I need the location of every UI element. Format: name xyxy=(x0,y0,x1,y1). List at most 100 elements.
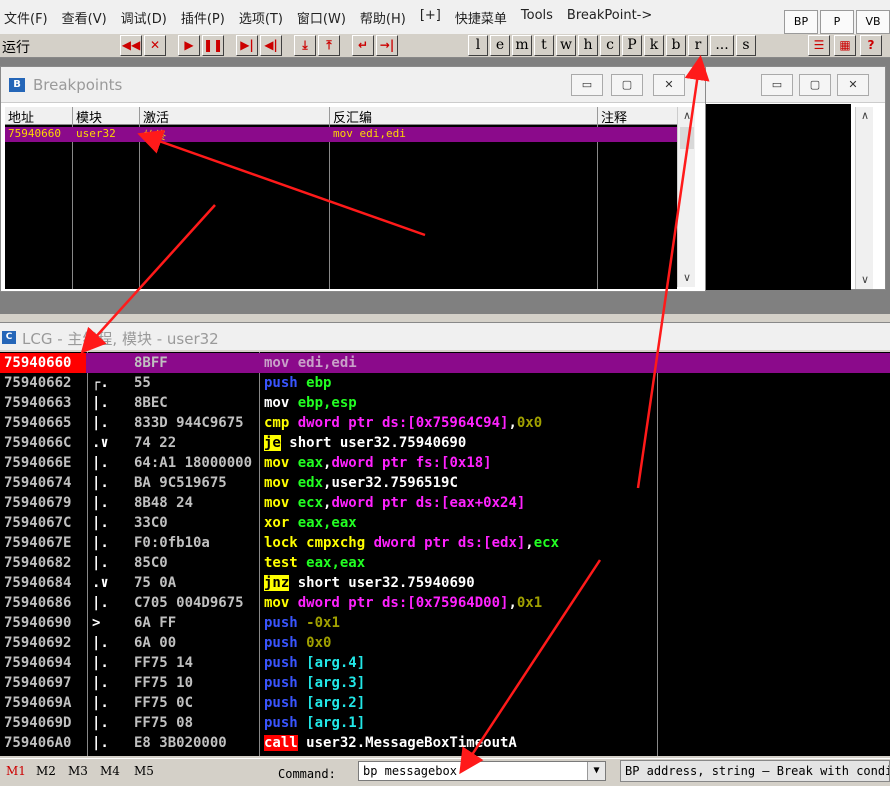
disasm-row[interactable]: 75940674 |. BA 9C519675 mov edx,user32.7596… xyxy=(0,473,890,493)
menu-item-10[interactable]: BreakPoint-> xyxy=(567,8,652,23)
window-button-7[interactable]: P xyxy=(622,35,642,56)
window-button-12[interactable]: s xyxy=(736,35,756,56)
window-button-8[interactable]: k xyxy=(644,35,664,56)
minimize-button[interactable]: ▭ xyxy=(761,74,793,96)
window-button-3[interactable]: t xyxy=(534,35,554,56)
command-input[interactable]: bp messagebox ▼ xyxy=(358,761,606,781)
disasm-row[interactable]: 7594067C |. 33C0 xor eax,eax xyxy=(0,513,890,533)
background-window-titlebar[interactable]: ▭ ▢ ✕ xyxy=(701,67,885,103)
extra-tool-icon-1[interactable]: ▦ xyxy=(834,35,856,56)
disasm-row[interactable]: 7594069D |. FF75 08 push [arg.1] xyxy=(0,713,890,733)
marker-m2[interactable]: M2 xyxy=(36,764,56,778)
window-button-10[interactable]: r xyxy=(688,35,708,56)
window-button-9[interactable]: b xyxy=(666,35,686,56)
extra-tool-icon-0[interactable]: ☰ xyxy=(808,35,830,56)
disasm-row[interactable]: 75940697 |. FF75 10 push [arg.3] xyxy=(0,673,890,693)
debug-tool-icon-9[interactable]: →| xyxy=(376,35,398,56)
menu-item-8[interactable]: 快捷菜单 xyxy=(455,8,507,27)
maximize-button[interactable]: ▢ xyxy=(611,74,643,96)
disasm-address: 75940690 xyxy=(4,615,72,631)
col-active[interactable]: 激活 xyxy=(140,107,330,126)
debug-tool-icon-6[interactable]: ⤓ xyxy=(294,35,316,56)
col-address[interactable]: 地址 xyxy=(5,107,73,126)
debug-tool-icon-1[interactable]: ✕ xyxy=(144,35,166,56)
col-disasm[interactable]: 反汇编 xyxy=(330,107,598,126)
disasm-address: 75940694 xyxy=(4,655,72,671)
window-button-5[interactable]: h xyxy=(578,35,598,56)
disasm-row[interactable]: 75940665 |. 833D 944C9675 cmp dword ptr ds:… xyxy=(0,413,890,433)
scroll-thumb[interactable] xyxy=(680,127,694,149)
scroll-up-icon[interactable]: ∧ xyxy=(856,107,874,125)
debug-tool-icon-0[interactable]: ◀◀ xyxy=(120,35,142,56)
disasm-row[interactable]: 75940686 |. C705 004D9675 mov dword ptr ds:… xyxy=(0,593,890,613)
menu-item-5[interactable]: 窗口(W) xyxy=(297,8,346,27)
window-button-0[interactable]: l xyxy=(468,35,488,56)
instruction-part: eax,eax xyxy=(306,555,366,571)
disasm-row[interactable]: 75940682 |. 85C0 test eax,eax xyxy=(0,553,890,573)
menu-item-2[interactable]: 调试(D) xyxy=(121,8,167,27)
top-button-bp[interactable]: BP xyxy=(784,10,818,34)
table-row[interactable]: 75940660 user32 始终 mov edi,edi xyxy=(5,127,677,142)
debug-tool-icon-5[interactable]: ◀| xyxy=(260,35,282,56)
maximize-button[interactable]: ▢ xyxy=(799,74,831,96)
cpu-window-titlebar[interactable]: C LCG - 主线程, 模块 - user32 xyxy=(0,322,890,350)
extra-tool-icon-2[interactable]: ? xyxy=(860,35,882,56)
disasm-row[interactable]: 75940662 ┌. 55 push ebp xyxy=(0,373,890,393)
window-button-1[interactable]: e xyxy=(490,35,510,56)
menu-item-3[interactable]: 插件(P) xyxy=(181,8,225,27)
disasm-row[interactable]: 7594069A |. FF75 0C push [arg.2] xyxy=(0,693,890,713)
disassembly-pane[interactable]: 75940660 8BFF mov edi,edi 75940662 ┌. 55 push … xyxy=(0,352,890,756)
close-button[interactable]: ✕ xyxy=(653,74,685,96)
window-button-6[interactable]: c xyxy=(600,35,620,56)
disasm-hex: 6A 00 xyxy=(134,635,177,651)
debug-tool-icon-7[interactable]: ⤒ xyxy=(318,35,340,56)
col-module[interactable]: 模块 xyxy=(73,107,140,126)
disasm-row[interactable]: 75940694 |. FF75 14 push [arg.4] xyxy=(0,653,890,673)
menu-item-0[interactable]: 文件(F) xyxy=(4,8,48,27)
menu-item-4[interactable]: 选项(T) xyxy=(239,8,283,27)
disasm-row[interactable]: 759406A0 |. E8 3B020000 call user32.Message… xyxy=(0,733,890,753)
breakpoints-scrollbar[interactable]: ∧ ∨ xyxy=(677,107,695,287)
instruction-part: 0x1 xyxy=(516,595,543,611)
window-button-11[interactable]: ... xyxy=(710,35,734,56)
top-button-vb[interactable]: VB xyxy=(856,10,890,34)
disasm-row[interactable]: 7594066E |. 64:A1 18000000 mov eax,dword pt… xyxy=(0,453,890,473)
disasm-row[interactable]: 75940684 .∨ 75 0A jnz short user32.75940690 xyxy=(0,573,890,593)
marker-m3[interactable]: M3 xyxy=(68,764,88,778)
disasm-row[interactable]: 75940663 |. 8BEC mov ebp,esp xyxy=(0,393,890,413)
marker-m5[interactable]: M5 xyxy=(134,764,154,778)
scroll-up-icon[interactable]: ∧ xyxy=(678,107,696,125)
mdi-area: ▭ ▢ ✕ ∧ ∨ B Breakpoints ▭ ▢ ✕ 地址 模块 激活 反… xyxy=(0,58,890,314)
scroll-down-icon[interactable]: ∨ xyxy=(856,271,874,289)
top-button-p[interactable]: P xyxy=(820,10,854,34)
close-button[interactable]: ✕ xyxy=(837,74,869,96)
window-button-2[interactable]: m xyxy=(512,35,532,56)
debug-tool-icon-2[interactable]: ▶ xyxy=(178,35,200,56)
debug-tool-icon-8[interactable]: ↵ xyxy=(352,35,374,56)
disasm-row[interactable]: 75940660 8BFF mov edi,edi xyxy=(0,353,890,373)
menu-item-9[interactable]: Tools xyxy=(521,8,553,23)
disasm-jump-marker: |. xyxy=(92,715,109,731)
disasm-hex: 64:A1 18000000 xyxy=(134,455,253,471)
background-window[interactable]: ▭ ▢ ✕ ∧ ∨ xyxy=(700,66,886,290)
disasm-row[interactable]: 75940679 |. 8B48 24 mov ecx,dword ptr ds:[e… xyxy=(0,493,890,513)
breakpoints-window[interactable]: B Breakpoints ▭ ▢ ✕ 地址 模块 激活 反汇编 注释 7594… xyxy=(0,66,706,292)
col-comment[interactable]: 注释 xyxy=(598,107,677,126)
disasm-row[interactable]: 75940690 >6A FF push -0x1 xyxy=(0,613,890,633)
debug-tool-icon-3[interactable]: ❚❚ xyxy=(202,35,224,56)
debug-tool-icon-4[interactable]: ▶| xyxy=(236,35,258,56)
disasm-row[interactable]: 75940692 |. 6A 00 push 0x0 xyxy=(0,633,890,653)
chevron-down-icon[interactable]: ▼ xyxy=(587,762,605,780)
scroll-down-icon[interactable]: ∨ xyxy=(678,269,696,287)
breakpoints-titlebar[interactable]: B Breakpoints ▭ ▢ ✕ xyxy=(1,67,705,103)
disasm-row[interactable]: 7594067E |. F0:0fb10a lock cmpxchg dword pt… xyxy=(0,533,890,553)
marker-m4[interactable]: M4 xyxy=(100,764,120,778)
minimize-button[interactable]: ▭ xyxy=(571,74,603,96)
menu-item-1[interactable]: 查看(V) xyxy=(62,8,107,27)
background-window-scrollbar[interactable]: ∧ ∨ xyxy=(855,107,873,289)
menu-item-7[interactable]: [+] xyxy=(420,8,441,23)
disasm-row[interactable]: 7594066C .∨ 74 22 je short user32.75940690 xyxy=(0,433,890,453)
window-button-4[interactable]: w xyxy=(556,35,576,56)
menu-item-6[interactable]: 帮助(H) xyxy=(360,8,406,27)
marker-m1[interactable]: M1 xyxy=(6,764,26,778)
